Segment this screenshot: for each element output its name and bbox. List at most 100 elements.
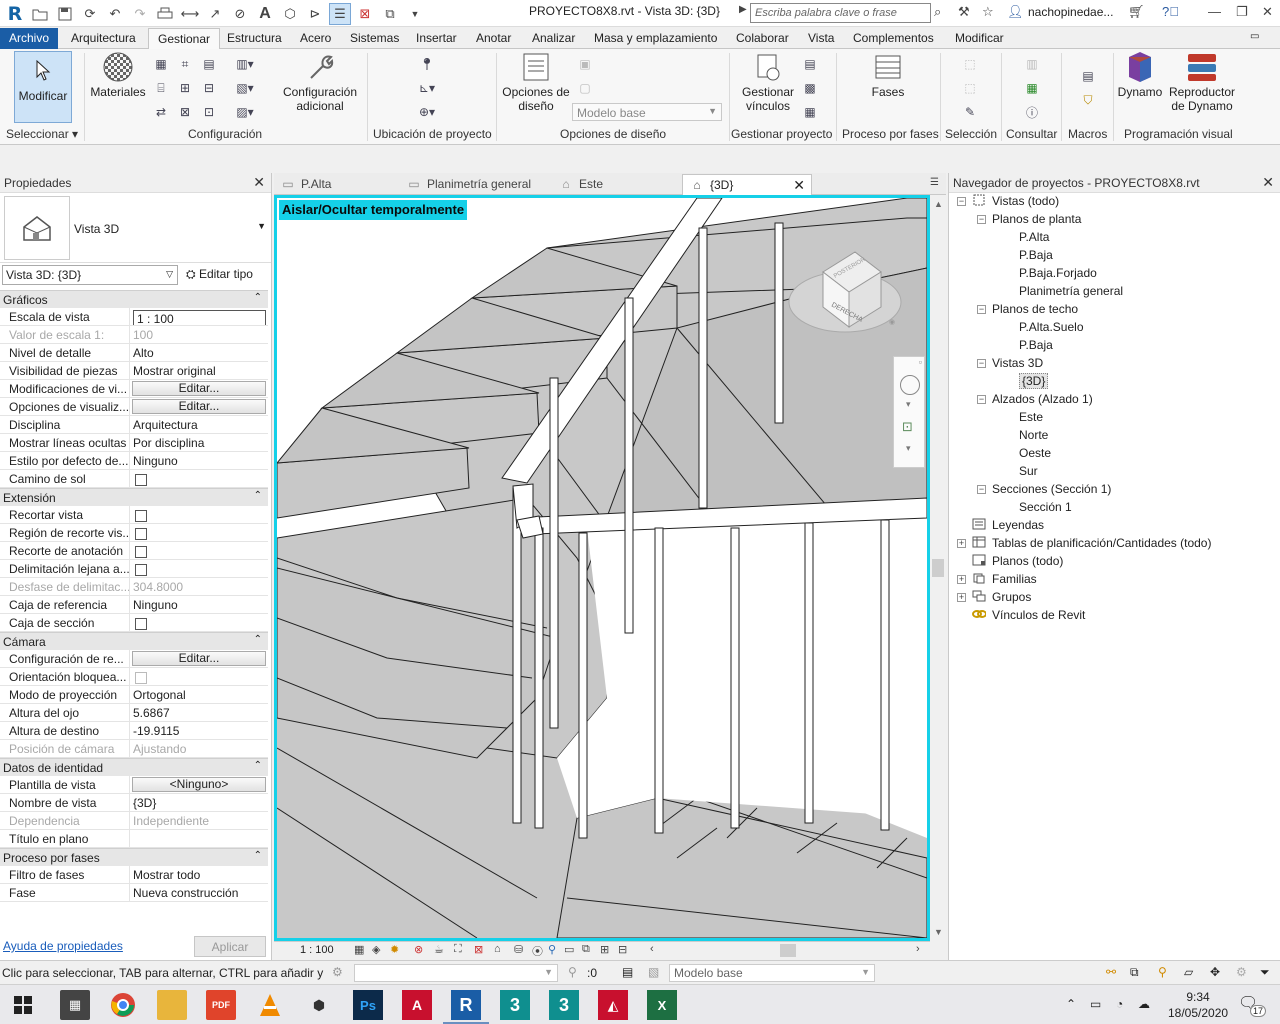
- browser-node[interactable]: P.Baja: [1019, 248, 1053, 266]
- revit-taskbar-icon[interactable]: R: [443, 990, 489, 1024]
- property-checkbox[interactable]: [135, 474, 147, 486]
- browser-node[interactable]: Planimetría general: [1019, 284, 1123, 302]
- tab-gestionar[interactable]: Gestionar: [148, 28, 221, 50]
- view-scale[interactable]: 1 : 100: [300, 944, 334, 956]
- sun-path-icon[interactable]: ✹: [390, 943, 399, 956]
- expand-icon[interactable]: +: [957, 575, 966, 584]
- user-icon[interactable]: 👤︎: [1007, 4, 1024, 20]
- ids-of-selection-icon[interactable]: ⓘ: [1023, 103, 1041, 121]
- tab-estructura[interactable]: Estructura: [227, 28, 282, 49]
- property-value[interactable]: [130, 560, 268, 577]
- horizontal-scroll-thumb[interactable]: [780, 944, 796, 957]
- property-value[interactable]: 5.6867: [130, 704, 268, 721]
- browser-node[interactable]: − Vistas 3D: [977, 356, 1043, 374]
- expand-icon[interactable]: +: [957, 539, 966, 548]
- tabs-overflow-icon[interactable]: ☰: [930, 174, 939, 195]
- tab-view-p-alta[interactable]: ▭ P.Alta: [280, 174, 404, 195]
- snaps-icon[interactable]: ⌗: [176, 55, 194, 73]
- position-icon[interactable]: ⊕▾: [418, 103, 436, 121]
- warnings-icon[interactable]: ▦: [1023, 79, 1041, 97]
- tab-colaborar[interactable]: Colaborar: [736, 28, 789, 49]
- property-group-header[interactable]: Proceso por fases ⌃: [0, 848, 268, 866]
- vlc-icon[interactable]: [255, 990, 285, 1020]
- 3dsmax-2-icon[interactable]: 3: [549, 990, 579, 1020]
- manage-links-button[interactable]: Gestionar vínculos: [736, 51, 800, 113]
- modify-button[interactable]: Modificar: [14, 51, 72, 123]
- property-group-header[interactable]: Cámara ⌃: [0, 632, 268, 650]
- background-processes-icon[interactable]: ⚙: [1236, 965, 1247, 979]
- property-checkbox[interactable]: [135, 564, 147, 576]
- design-options-status-icon[interactable]: ▤: [622, 965, 633, 979]
- viewcube[interactable]: DERECHA POSTERIOR ◉: [783, 242, 913, 355]
- pdf-icon[interactable]: PDF: [206, 990, 236, 1020]
- status-design-option-select[interactable]: Modelo base ▼: [669, 964, 875, 982]
- windows-start-icon[interactable]: [8, 990, 38, 1020]
- tray-chevron-icon[interactable]: ⌃: [1066, 997, 1076, 1011]
- cart-icon[interactable]: 🛒︎: [1128, 4, 1145, 20]
- browser-node[interactable]: + Grupos: [957, 590, 1031, 608]
- revit-logo-icon[interactable]: R: [4, 3, 26, 25]
- macro-manager-icon[interactable]: ▤: [1079, 67, 1097, 85]
- shadows-icon[interactable]: ⊗: [414, 943, 423, 956]
- property-value[interactable]: Ninguno: [130, 452, 268, 469]
- autocad-icon[interactable]: A: [402, 990, 432, 1020]
- chevron-down-icon[interactable]: ▼: [257, 221, 266, 231]
- property-value[interactable]: <Ninguno>: [130, 776, 268, 793]
- chevron-down-icon[interactable]: ▾: [906, 399, 911, 410]
- property-edit-button[interactable]: Editar...: [132, 399, 266, 414]
- drag-elements-icon[interactable]: ✥: [1210, 965, 1220, 979]
- workset-select[interactable]: ▼: [354, 964, 558, 982]
- coordinates-icon[interactable]: ⊾▾: [418, 79, 436, 97]
- browser-node[interactable]: Leyendas: [957, 518, 1044, 536]
- dynamo-player-button[interactable]: Reproductor de Dynamo: [1166, 51, 1238, 113]
- exclude-options-icon[interactable]: ▧: [648, 965, 659, 979]
- purge-icon[interactable]: ⊠: [176, 103, 194, 121]
- subscription-icon[interactable]: ⚒: [958, 4, 970, 20]
- shared-parameters-icon[interactable]: ⊞: [176, 79, 194, 97]
- clock[interactable]: 9:34 18/05/2020: [1168, 989, 1228, 1021]
- apply-button[interactable]: Aplicar: [194, 936, 266, 957]
- structural-settings-icon[interactable]: ▥▾: [236, 55, 254, 73]
- property-value[interactable]: [130, 830, 268, 847]
- sketchup-layout-icon[interactable]: ◭: [598, 990, 628, 1020]
- browser-node[interactable]: Sección 1: [1019, 500, 1072, 518]
- edit-type-button[interactable]: ⛭ Editar tipo: [186, 267, 253, 282]
- visual-style-icon[interactable]: ◈: [372, 943, 380, 956]
- undo-icon[interactable]: ↶: [104, 3, 126, 25]
- property-group-header[interactable]: Extensión ⌃: [0, 488, 268, 506]
- design-option-select[interactable]: Modelo base ▼: [572, 103, 722, 121]
- browser-node[interactable]: P.Baja.Forjado: [1019, 266, 1097, 284]
- chrome-icon[interactable]: [108, 990, 138, 1020]
- file-explorer-icon[interactable]: [157, 990, 187, 1020]
- macro-security-icon[interactable]: ⛉: [1079, 91, 1097, 109]
- browser-node[interactable]: − Planos de planta: [977, 212, 1081, 230]
- user-name[interactable]: nachopinedae...: [1028, 5, 1113, 19]
- property-edit-button[interactable]: <Ninguno>: [132, 777, 266, 792]
- open-icon[interactable]: [29, 3, 51, 25]
- browser-node[interactable]: Oeste: [1019, 446, 1051, 464]
- collapse-icon[interactable]: −: [977, 305, 986, 314]
- global-parameters-icon[interactable]: ⊟: [200, 79, 218, 97]
- property-group-header[interactable]: Gráficos ⌃: [0, 290, 268, 308]
- 3d-viewport[interactable]: Aislar/Ocultar temporalmente DERECHA POS…: [274, 195, 930, 941]
- editing-requests-icon[interactable]: ⚲: [568, 965, 577, 979]
- show-crop-icon[interactable]: ⊠: [474, 943, 483, 956]
- property-edit-button[interactable]: Editar...: [132, 381, 266, 396]
- property-value[interactable]: -19.9115: [130, 722, 268, 739]
- print-icon[interactable]: [154, 3, 176, 25]
- tab-acero[interactable]: Acero: [300, 28, 331, 49]
- collapse-icon[interactable]: −: [977, 485, 986, 494]
- browser-node[interactable]: Este: [1019, 410, 1043, 428]
- browser-node[interactable]: Planos (todo): [957, 554, 1063, 572]
- browser-node[interactable]: P.Baja: [1019, 338, 1053, 356]
- select-underlay-icon[interactable]: ⧉: [1130, 965, 1139, 980]
- collapse-icon[interactable]: −: [977, 395, 986, 404]
- close-hidden-icon[interactable]: ⊠: [354, 3, 376, 25]
- highlight-displacement-icon[interactable]: ⧉: [582, 943, 590, 956]
- select-pinned-icon[interactable]: ⚲: [1158, 965, 1167, 979]
- measure-icon[interactable]: ⟷: [179, 3, 201, 25]
- render-icon[interactable]: ☕︎: [434, 943, 444, 956]
- browser-node[interactable]: − Alzados (Alzado 1): [977, 392, 1093, 410]
- property-value[interactable]: [130, 506, 268, 523]
- tag-icon[interactable]: ⊘: [229, 3, 251, 25]
